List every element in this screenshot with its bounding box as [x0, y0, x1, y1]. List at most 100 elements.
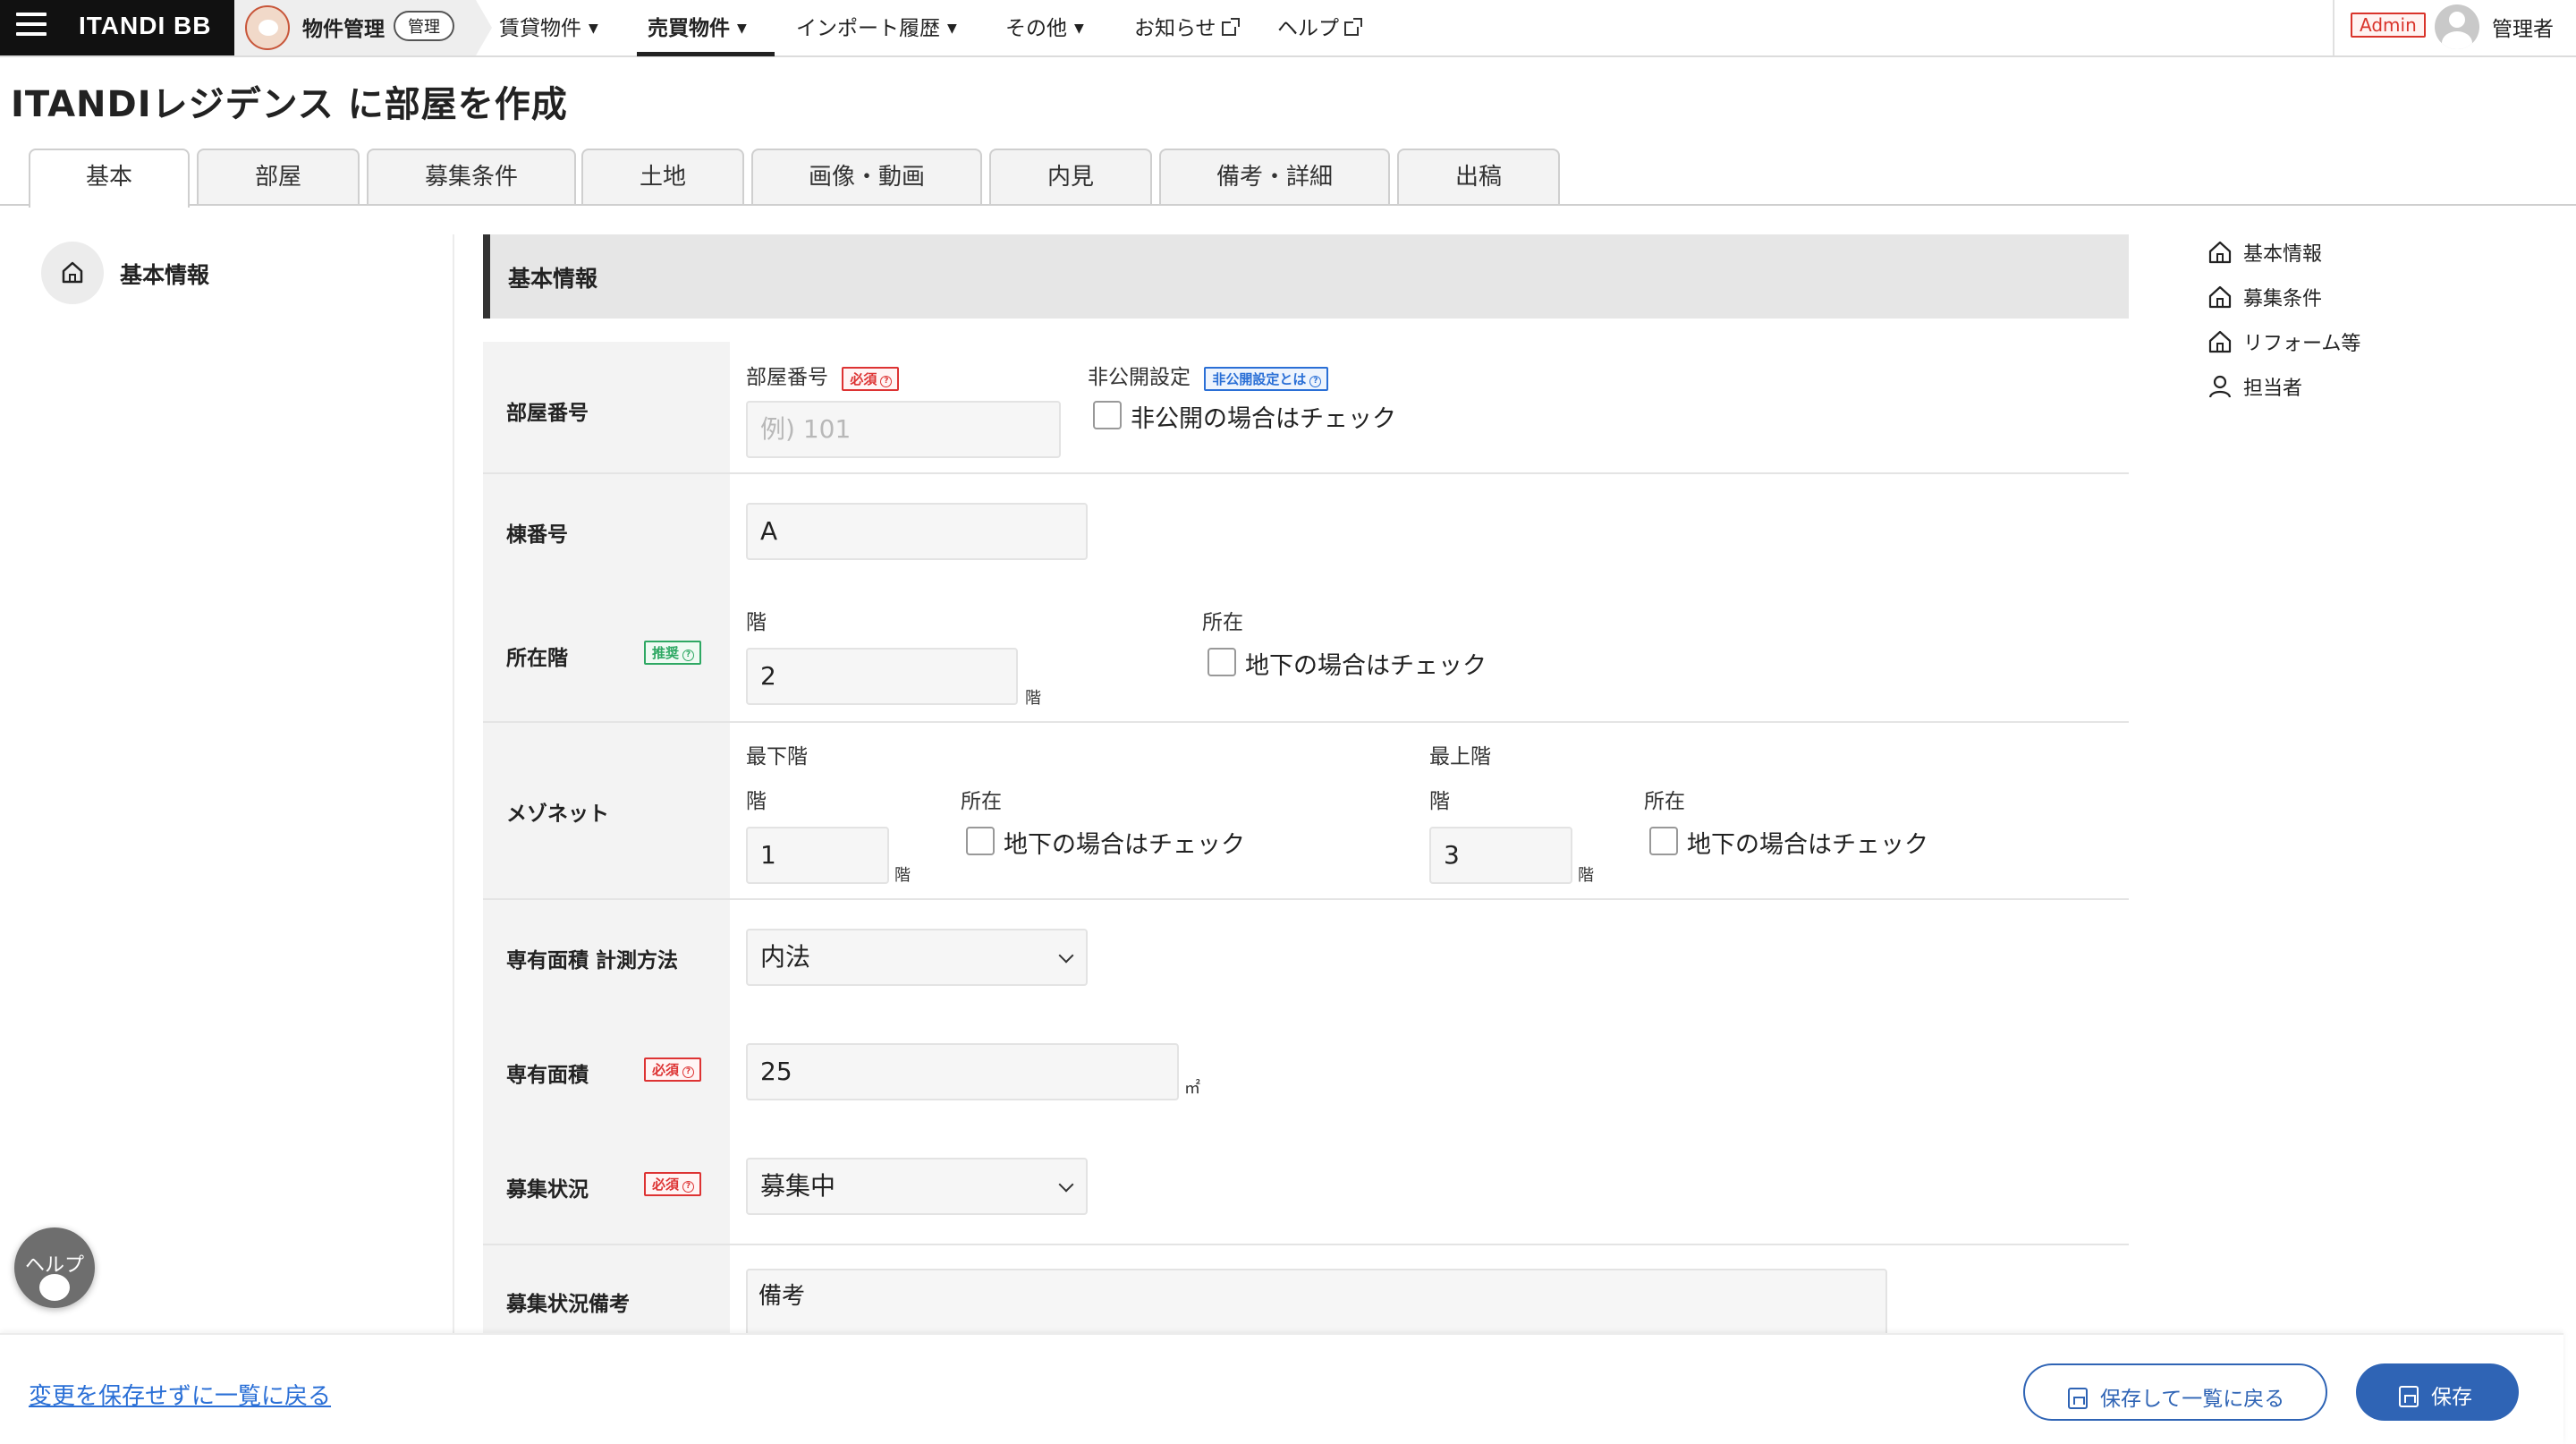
home-icon: [2208, 241, 2232, 264]
row-label-maisonette: メゾネット: [506, 803, 609, 826]
tab-room[interactable]: 部屋: [197, 149, 360, 204]
row-label-recruit-note: 募集状況備考: [506, 1293, 630, 1316]
top-bar: ITANDI BB 物件管理 管理 賃貸物件 ▼ 売買物件 ▼ インポート履歴 ▼ そ…: [0, 0, 2576, 57]
private-checkbox-label[interactable]: 非公開の場合はチェック: [1131, 399, 1396, 434]
tab-viewing[interactable]: 内見: [989, 149, 1152, 204]
module-switcher[interactable]: 物件管理 管理: [234, 0, 476, 55]
lowest-floor-input[interactable]: 1: [746, 827, 889, 884]
module-badge: 管理: [394, 11, 454, 41]
left-divider: [453, 234, 454, 1335]
row-label-room-number: 部屋番号: [506, 402, 589, 425]
nav-import-label: インポート履歴: [796, 17, 940, 40]
hamburger-menu-icon[interactable]: [16, 13, 47, 39]
nav-news[interactable]: お知らせ: [1134, 11, 1240, 55]
question-icon: ?: [682, 1181, 695, 1193]
nav-rental-label: 賃貸物件: [499, 17, 581, 40]
row-divider: [483, 721, 2129, 723]
highest-location-label: 所在: [1644, 790, 1685, 813]
nav-help[interactable]: ヘルプ: [1277, 11, 1362, 55]
highest-basement-checkbox[interactable]: [1649, 827, 1678, 855]
external-link-icon: [1344, 18, 1362, 36]
highest-basement-label[interactable]: 地下の場合はチェック: [1687, 825, 1928, 860]
brand-logo[interactable]: ITANDI BB: [79, 12, 211, 40]
question-icon: ?: [682, 650, 695, 661]
nav-import-history[interactable]: インポート履歴 ▼: [796, 11, 957, 55]
chevron-down-icon: ▼: [947, 21, 957, 36]
mascot-icon: [245, 5, 290, 50]
required-badge-text: 必須: [850, 371, 877, 387]
recruit-status-select[interactable]: 募集中: [746, 1158, 1088, 1215]
home-icon: [2208, 285, 2232, 309]
tab-notes-details[interactable]: 備考・詳細: [1159, 149, 1390, 204]
save-and-back-label: 保存して一覧に戻る: [2100, 1388, 2285, 1411]
user-avatar-icon[interactable]: [2435, 4, 2479, 49]
highest-floor-label: 最上階: [1429, 745, 1491, 769]
tab-recruit-conditions[interactable]: 募集条件: [367, 149, 576, 204]
right-nav-reform[interactable]: リフォーム等: [2207, 327, 2360, 356]
right-nav-staff[interactable]: 担当者: [2207, 372, 2302, 401]
nav-rental[interactable]: 賃貸物件 ▼: [499, 11, 598, 55]
row-label-recruit-status: 募集状況: [506, 1178, 589, 1202]
highest-floor-input[interactable]: 3: [1429, 827, 1572, 884]
tab-basic[interactable]: 基本: [29, 149, 190, 208]
chevron-down-icon: ▼: [1074, 21, 1084, 36]
required-badge: 必須?: [842, 367, 900, 391]
person-icon: [2208, 375, 2232, 398]
right-nav-basic-info[interactable]: 基本情報: [2207, 238, 2322, 267]
recruit-note-textarea[interactable]: 備考: [746, 1269, 1887, 1340]
lowest-floor-label: 最下階: [746, 745, 808, 769]
help-fab[interactable]: ヘルプ: [14, 1227, 95, 1308]
floor-input[interactable]: 2: [746, 648, 1018, 705]
private-help-badge[interactable]: 非公開設定とは?: [1204, 367, 1329, 391]
recommended-badge-text: 推奨: [652, 645, 680, 661]
section-title: 基本情報: [508, 266, 598, 292]
required-badge-text: 必須: [652, 1176, 680, 1193]
nav-help-label: ヘルプ: [1277, 17, 1339, 40]
floor-location-label: 所在: [1202, 611, 1243, 634]
private-setting-label: 非公開設定 非公開設定とは?: [1088, 360, 1329, 391]
required-badge: 必須?: [644, 1172, 702, 1196]
right-nav-label: 基本情報: [2243, 243, 2323, 266]
user-name[interactable]: 管理者: [2492, 12, 2554, 42]
tab-images-videos[interactable]: 画像・動画: [751, 149, 982, 204]
right-nav-label: リフォーム等: [2243, 333, 2361, 355]
brand-block: ITANDI BB: [0, 0, 234, 55]
private-checkbox[interactable]: [1093, 401, 1122, 429]
home-icon: [2208, 330, 2232, 353]
row-divider: [483, 1244, 2129, 1245]
tab-bar: 基本 部屋 募集条件 土地 画像・動画 内見 備考・詳細 出稿: [0, 149, 2576, 208]
nav-sale-label: 売買物件: [648, 17, 730, 40]
chevron-down-icon: [1058, 947, 1074, 964]
back-without-save-link[interactable]: 変更を保存せずに一覧に戻る: [29, 1378, 331, 1411]
row-label-area-method: 専有面積 計測方法: [506, 949, 679, 973]
area-method-select[interactable]: 内法: [746, 929, 1088, 986]
floor-basement-checkbox[interactable]: [1208, 648, 1236, 676]
tab-land[interactable]: 土地: [581, 149, 744, 204]
right-nav-recruit-conditions[interactable]: 募集条件: [2207, 283, 2322, 311]
tab-publish[interactable]: 出稿: [1397, 149, 1560, 204]
save-label: 保存: [2431, 1386, 2472, 1409]
building-number-input[interactable]: A: [746, 503, 1088, 560]
room-number-input[interactable]: 例) 101: [746, 401, 1061, 458]
save-button[interactable]: 保存: [2356, 1363, 2519, 1421]
right-nav-label: 募集条件: [2243, 288, 2323, 310]
save-and-back-button[interactable]: 保存して一覧に戻る: [2023, 1363, 2327, 1421]
admin-badge: Admin: [2351, 13, 2426, 38]
footer-bar: 変更を保存せずに一覧に戻る 保存して一覧に戻る 保存: [0, 1333, 2563, 1444]
floor-basement-label[interactable]: 地下の場合はチェック: [1245, 646, 1487, 681]
area-input[interactable]: 25: [746, 1043, 1179, 1100]
lowest-basement-checkbox[interactable]: [966, 827, 995, 855]
lowest-basement-label[interactable]: 地下の場合はチェック: [1004, 825, 1245, 860]
nav-other[interactable]: その他 ▼: [1005, 11, 1084, 55]
row-divider: [483, 472, 2129, 474]
lowest-location-label: 所在: [961, 790, 1002, 813]
question-icon: ?: [1309, 376, 1322, 387]
label-column: [483, 342, 730, 1371]
chevron-down-icon: [1058, 1176, 1074, 1193]
nav-sale[interactable]: 売買物件 ▼: [648, 11, 747, 55]
area-method-value: 内法: [760, 942, 811, 972]
private-setting-label-text: 非公開設定: [1088, 366, 1191, 389]
row-label-floor: 所在階: [506, 647, 568, 670]
save-icon: [2068, 1388, 2088, 1409]
area-unit: ㎡: [1184, 1079, 1200, 1098]
